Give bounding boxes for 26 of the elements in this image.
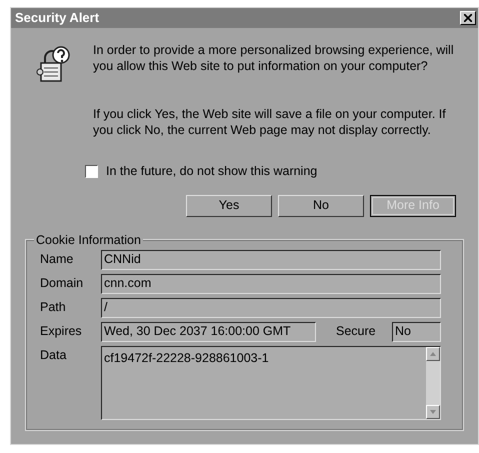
text-field[interactable]: Wed, 30 Dec 2037 16:00:00 GMT [101,322,316,342]
text-field[interactable]: cnn.com [101,274,441,294]
field-label: Secure [336,323,377,340]
field-label: Data [40,346,68,364]
data-value: cf19472f-22228-928861003-1 [103,350,270,367]
text-field[interactable]: / [101,298,441,318]
text-field[interactable]: No [392,322,441,342]
checkbox[interactable] [85,164,98,178]
data-text-area[interactable]: cf19472f-22228-928861003-1 [101,346,441,420]
field-label: Domain [40,275,84,292]
dialog-button[interactable]: Yes [186,194,272,217]
scroll-up-icon[interactable] [426,346,440,361]
message-text: If you click Yes, the Web site will save a file on your computer. If you click No, the current Web page may not display correctly. [93,106,447,138]
lock-question-icon [35,46,71,84]
scrollbar[interactable] [426,346,440,419]
scroll-down-icon[interactable] [426,404,440,419]
field-label: Path [40,299,67,316]
window-title: Security Alert [15,9,100,28]
close-button[interactable] [460,11,476,25]
checkbox-label[interactable]: In the future, do not show this warning [106,162,318,181]
text-field[interactable]: CNNid [101,250,441,270]
dialog-button[interactable]: No [278,194,364,217]
close-icon [464,14,472,22]
field-label: Expires [40,323,83,340]
message-text: In order to provide a more personalized browsing experience, will you allow this Web site to put information on your computer? [93,42,455,74]
field-label: Name [40,251,74,268]
